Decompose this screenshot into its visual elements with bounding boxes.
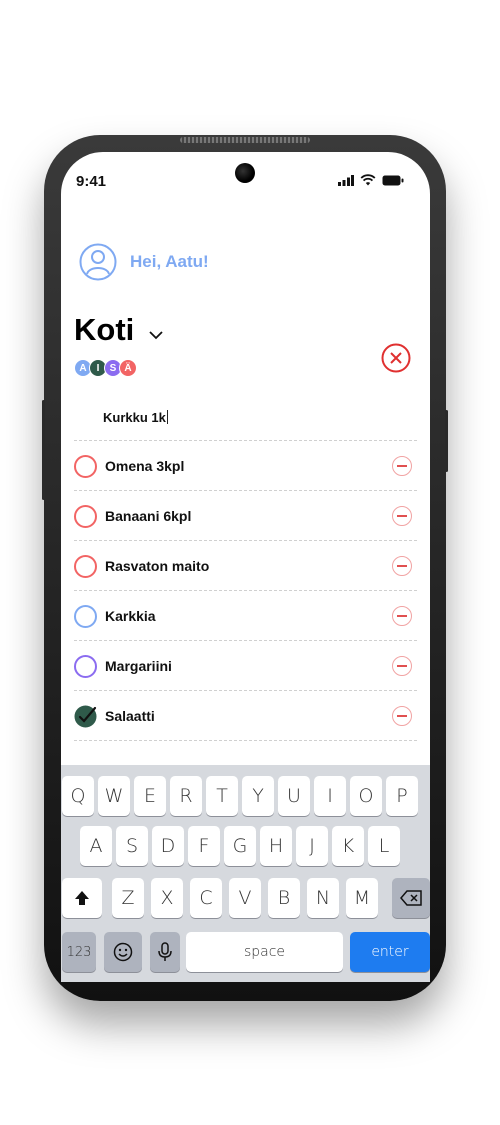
list-item: Omena 3kpl	[74, 441, 417, 491]
item-label: Margariini	[105, 658, 172, 674]
key-o[interactable]: O	[350, 776, 382, 816]
backspace-key[interactable]	[392, 878, 430, 918]
new-item-value: Kurkku 1k	[103, 410, 166, 425]
item-checkbox[interactable]	[74, 505, 97, 528]
item-checkbox[interactable]	[74, 605, 97, 628]
text-caret	[166, 410, 168, 424]
power-button	[445, 410, 448, 472]
key-b[interactable]: B	[268, 878, 300, 918]
member-avatar: Ä	[119, 359, 137, 377]
emoji-key[interactable]	[104, 932, 142, 972]
item-label: Karkkia	[105, 608, 156, 624]
key-d[interactable]: D	[152, 826, 184, 866]
greeting: Hei, Aatu!	[130, 252, 209, 271]
item-checkbox[interactable]	[74, 655, 97, 678]
chevron-down-icon[interactable]	[148, 330, 164, 340]
key-r[interactable]: R	[170, 776, 202, 816]
enter-key[interactable]: enter	[350, 932, 430, 972]
checked-checkbox-icon[interactable]	[74, 705, 97, 728]
key-k[interactable]: K	[332, 826, 364, 866]
profile-avatar-icon[interactable]	[79, 243, 117, 281]
key-l[interactable]: L	[368, 826, 400, 866]
list-item: Banaani 6kpl	[74, 491, 417, 541]
status-time: 9:41	[76, 173, 107, 190]
key-s[interactable]: S	[116, 826, 148, 866]
item-label: Omena 3kpl	[105, 458, 185, 474]
item-checkbox[interactable]	[74, 555, 97, 578]
key-m[interactable]: M	[346, 878, 378, 918]
key-u[interactable]: U	[278, 776, 310, 816]
remove-item-icon[interactable]	[392, 556, 412, 576]
shift-key[interactable]	[62, 878, 102, 918]
side-button	[42, 400, 45, 500]
list-title[interactable]: Koti	[74, 312, 134, 348]
key-p[interactable]: P	[386, 776, 418, 816]
list-item: Margariini	[74, 641, 417, 691]
list-item: Karkkia	[74, 591, 417, 641]
remove-item-icon[interactable]	[392, 656, 412, 676]
wifi-icon	[360, 174, 376, 186]
item-label: Banaani 6kpl	[105, 508, 192, 524]
space-key[interactable]: space	[186, 932, 343, 972]
key-v[interactable]: V	[229, 878, 261, 918]
key-w[interactable]: W	[98, 776, 130, 816]
key-z[interactable]: Z	[112, 878, 144, 918]
signal-icon	[338, 174, 354, 186]
delete-list-icon[interactable]	[381, 343, 411, 373]
key-e[interactable]: E	[134, 776, 166, 816]
key-c[interactable]: C	[190, 878, 222, 918]
key-i[interactable]: I	[314, 776, 346, 816]
front-camera	[235, 163, 255, 183]
key-n[interactable]: N	[307, 878, 339, 918]
microphone-icon	[158, 942, 172, 961]
key-x[interactable]: X	[151, 878, 183, 918]
item-label: Salaatti	[105, 708, 155, 724]
key-a[interactable]: A	[80, 826, 112, 866]
microphone-key[interactable]	[150, 932, 180, 972]
item-label: Rasvaton maito	[105, 558, 210, 574]
list-item: Salaatti	[74, 691, 417, 741]
battery-icon	[382, 175, 404, 185]
key-y[interactable]: Y	[242, 776, 274, 816]
status-icons	[338, 174, 404, 186]
backspace-icon	[400, 890, 422, 906]
list-title-text: Koti	[74, 312, 135, 347]
remove-item-icon[interactable]	[392, 456, 412, 476]
speaker-grille	[180, 137, 310, 143]
member-avatars: A I S Ä	[74, 359, 137, 377]
item-checkbox[interactable]	[74, 455, 97, 478]
numbers-key[interactable]: 123	[62, 932, 96, 972]
key-t[interactable]: T	[206, 776, 238, 816]
key-f[interactable]: F	[188, 826, 220, 866]
key-j[interactable]: J	[296, 826, 328, 866]
remove-item-icon[interactable]	[392, 606, 412, 626]
key-g[interactable]: G	[224, 826, 256, 866]
list-item: Rasvaton maito	[74, 541, 417, 591]
new-item-input[interactable]: Kurkku 1k	[103, 410, 168, 425]
emoji-icon	[113, 942, 133, 962]
key-h[interactable]: H	[260, 826, 292, 866]
remove-item-icon[interactable]	[392, 506, 412, 526]
shift-icon	[75, 891, 89, 905]
key-q[interactable]: Q	[62, 776, 94, 816]
remove-item-icon[interactable]	[392, 706, 412, 726]
